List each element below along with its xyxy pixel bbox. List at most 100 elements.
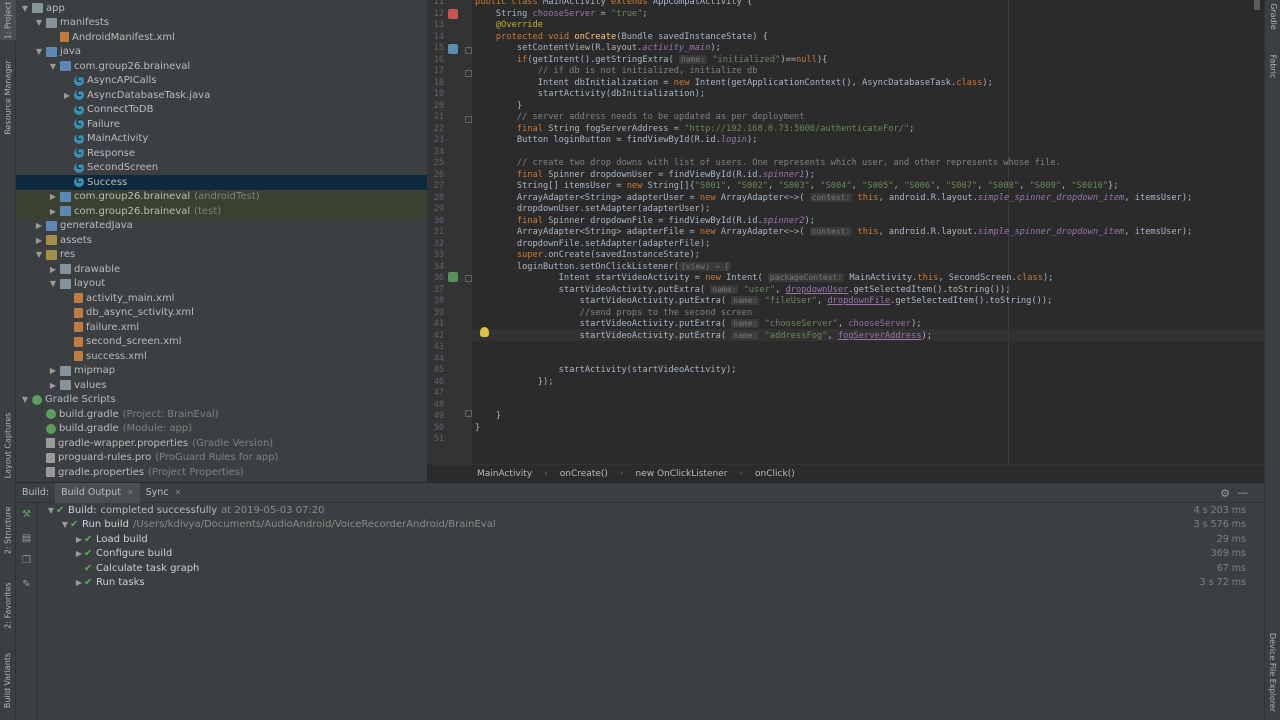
code-line[interactable]: }	[475, 101, 522, 111]
code-line[interactable]: Intent dbInitialization = new Intent(get…	[475, 78, 993, 88]
chevron-right-icon[interactable]: ▶	[48, 192, 58, 201]
tree-item[interactable]: ▶ mipmap	[16, 364, 427, 379]
chevron-right-icon[interactable]: ▶	[74, 535, 84, 544]
breadcrumb-item-class[interactable]: MainActivity	[477, 469, 532, 479]
tree-item[interactable]: activity_main.xml	[16, 291, 427, 306]
tree-item[interactable]: ▶ com.group26.braineval (test)	[16, 204, 427, 219]
chevron-down-icon[interactable]: ▼	[34, 18, 44, 27]
tree-item[interactable]: AndroidManifest.xml	[16, 30, 427, 45]
tree-item[interactable]: ▶ generatedJava	[16, 219, 427, 234]
close-icon[interactable]: ✕	[175, 488, 182, 497]
chevron-down-icon[interactable]: ▼	[34, 47, 44, 56]
tree-item[interactable]: Response	[16, 146, 427, 161]
chevron-right-icon[interactable]: ▶	[34, 221, 44, 230]
tab-project[interactable]: 1: Project	[0, 0, 16, 40]
code-line[interactable]: String chooseServer = "true";	[475, 9, 648, 19]
tree-item[interactable]: ▼ res	[16, 248, 427, 263]
tab-fabric[interactable]: Fabric	[1265, 48, 1280, 84]
code-line[interactable]: startVideoActivity.putExtra( name: "file…	[475, 296, 1052, 306]
code-line[interactable]: public class MainActivity extends AppCom…	[475, 0, 752, 7]
tree-item[interactable]: MainActivity	[16, 132, 427, 147]
override-gutter-icon[interactable]	[448, 44, 458, 54]
tree-item[interactable]: ▼ Gradle Scripts	[16, 393, 427, 408]
tree-item[interactable]: db_async_sctivity.xml	[16, 306, 427, 321]
tree-item[interactable]: success.xml	[16, 349, 427, 364]
tree-item[interactable]: gradle-wrapper.properties (Gradle Version…	[16, 436, 427, 451]
tree-item[interactable]: ▶ values	[16, 378, 427, 393]
code-line[interactable]: Intent startVideoActivity = new Intent( …	[475, 273, 1053, 283]
code-line[interactable]: ArrayAdapter<String> adapterFile = new A…	[475, 227, 1192, 237]
tree-item[interactable]: ▼ layout	[16, 277, 427, 292]
tree-item[interactable]: AsyncAPICalls	[16, 74, 427, 89]
tab-device-file-explorer[interactable]: Device File Explorer	[1265, 625, 1280, 720]
code-line[interactable]: final Spinner dropdownUser = findViewByI…	[475, 170, 815, 180]
tree-item[interactable]: proguard-rules.pro (ProGuard Rules for ap…	[16, 451, 427, 466]
code-line[interactable]: loginButton.setOnClickListener((view) → …	[475, 261, 732, 272]
code-line[interactable]: final String fogServerAddress = "http://…	[475, 124, 915, 134]
copy-icon[interactable]: ❐	[21, 555, 32, 566]
chevron-right-icon[interactable]: ▶	[48, 265, 58, 274]
tab-build-output[interactable]: Build Output ✕	[55, 482, 140, 503]
code-line[interactable]: startActivity(startVideoActivity);	[475, 365, 737, 375]
code-line[interactable]: // server address needs to be updated as…	[475, 112, 805, 122]
chevron-right-icon[interactable]: ▶	[74, 578, 84, 587]
minimize-icon[interactable]: —	[1237, 486, 1248, 499]
build-row[interactable]: ✔ Calculate task graph 67 ms	[38, 561, 1264, 576]
editor-scrollbar[interactable]	[1254, 0, 1260, 10]
breadcrumb-item-listener[interactable]: new OnClickListener	[636, 469, 728, 479]
code-line[interactable]: Button loginButton = findViewById(R.id.l…	[475, 135, 758, 145]
tree-item[interactable]: ▼ java	[16, 45, 427, 60]
code-editor[interactable]: 11 12 13 14 15 16 17 18 19 20 21 22 23 24 25 26 27 28 29 30…	[427, 0, 1264, 464]
tab-gradle[interactable]: Gradle	[1265, 0, 1280, 32]
code-line[interactable]: @Override	[475, 20, 543, 30]
code-line[interactable]: // if db is not initialized, initialize …	[475, 66, 758, 76]
chevron-down-icon[interactable]: ▼	[20, 395, 30, 404]
lambda-gutter-icon[interactable]	[448, 272, 458, 282]
tree-item[interactable]: gradle.properties (Project Properties)	[16, 465, 427, 480]
chevron-right-icon[interactable]: ▶	[34, 236, 44, 245]
tree-item[interactable]: ▶ assets	[16, 233, 427, 248]
chevron-down-icon[interactable]: ▼	[48, 279, 58, 288]
run-gutter-icon[interactable]	[448, 9, 458, 19]
tree-item[interactable]: ▼ manifests	[16, 16, 427, 31]
code-line[interactable]: //send props to the second screen	[475, 308, 753, 318]
close-icon[interactable]: ✕	[127, 488, 134, 497]
tree-item[interactable]: Success	[16, 175, 427, 190]
code-line[interactable]: setContentView(R.layout.activity_main);	[475, 43, 721, 53]
fold-icon[interactable]	[465, 47, 472, 54]
chevron-right-icon[interactable]: ▶	[48, 207, 58, 216]
code-line[interactable]: final Spinner dropdownFile = findViewByI…	[475, 216, 815, 226]
chevron-down-icon[interactable]: ▼	[60, 520, 70, 529]
code-line[interactable]: super.onCreate(savedInstanceState);	[475, 250, 700, 260]
code-line[interactable]: if(getIntent().getStringExtra( name: "in…	[475, 54, 827, 65]
tab-build-variants[interactable]: Build Variants	[0, 650, 16, 710]
tree-item[interactable]: build.gradle (Project: BrainEval)	[16, 407, 427, 422]
tree-item[interactable]: SecondScreen	[16, 161, 427, 176]
rebuild-icon[interactable]: ⚒	[21, 509, 32, 520]
code-line[interactable]: }	[475, 411, 501, 421]
tree-item[interactable]: second_screen.xml	[16, 335, 427, 350]
tab-layout-captures[interactable]: Layout Captures	[0, 400, 16, 490]
fold-icon[interactable]	[465, 410, 472, 417]
code-line[interactable]: protected void onCreate(Bundle savedInst…	[475, 32, 768, 42]
code-line[interactable]: startVideoActivity.putExtra( name: "choo…	[475, 319, 922, 329]
code-line[interactable]: startVideoActivity.putExtra( name: "addr…	[475, 330, 932, 341]
pin-icon[interactable]: ✎	[21, 579, 32, 590]
chevron-right-icon[interactable]: ▶	[48, 366, 58, 375]
code-line[interactable]: }	[475, 423, 480, 433]
gear-icon[interactable]: ⚙	[1220, 487, 1230, 500]
tab-structure[interactable]: 2: Structure	[0, 500, 16, 560]
build-row[interactable]: ▼ ✔ Run build/Users/kdivya/Documents/Audio…	[38, 518, 1264, 533]
tab-resource-manager[interactable]: Resource Manager	[0, 50, 16, 145]
tree-item[interactable]: build.gradle (Module: app)	[16, 422, 427, 437]
chevron-down-icon[interactable]: ▼	[46, 506, 56, 515]
tree-item[interactable]: ▼ app	[16, 1, 427, 16]
chevron-down-icon[interactable]: ▼	[20, 4, 30, 13]
build-row[interactable]: ▼ ✔ Build: completed successfully at 2019-05…	[38, 503, 1264, 518]
build-row[interactable]: ▶ ✔ Configure build 369 ms	[38, 547, 1264, 562]
chevron-down-icon[interactable]: ▼	[48, 62, 58, 71]
fold-icon[interactable]	[465, 116, 472, 123]
code-line[interactable]: dropdownUser.setAdapter(adapterUser);	[475, 204, 711, 214]
code-line[interactable]: startActivity(dbInitialization);	[475, 89, 705, 99]
code-line[interactable]: });	[475, 377, 554, 387]
